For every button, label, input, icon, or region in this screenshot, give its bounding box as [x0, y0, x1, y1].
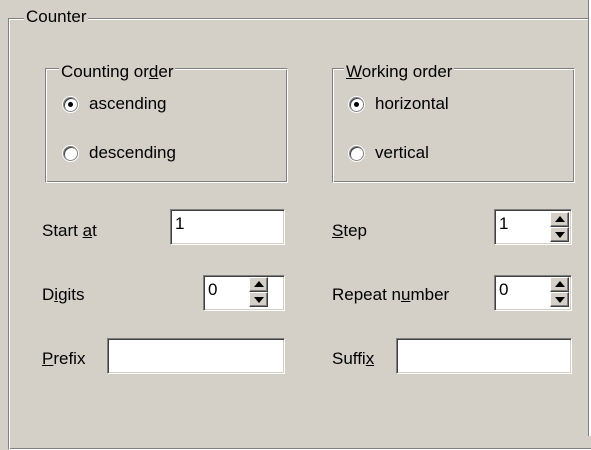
- prefix-label-key: P: [42, 349, 54, 368]
- spin-up-arrow-icon[interactable]: [249, 277, 268, 292]
- counting-order-title-key: d: [148, 62, 159, 81]
- radio-ascending-label: ascending: [89, 94, 167, 113]
- radio-horizontal-label: horizontal: [375, 94, 449, 113]
- digits-input[interactable]: 0: [203, 275, 285, 311]
- step-label-post: tep: [343, 221, 367, 240]
- working-order-title: Working order: [344, 62, 455, 82]
- repeat-number-label: Repeat number: [332, 284, 449, 306]
- digits-label-pre: D: [42, 285, 55, 304]
- counter-title-text: Counter: [26, 7, 87, 26]
- counting-order-title: Counting order: [59, 62, 176, 82]
- prefix-label-post: refix: [53, 349, 86, 368]
- counting-order-title-post: er: [158, 62, 174, 81]
- spin-down-arrow-icon[interactable]: [550, 227, 569, 242]
- radio-ascending-indicator[interactable]: [63, 96, 78, 112]
- start-at-label-key: a: [82, 221, 93, 240]
- digits-spin[interactable]: [249, 277, 268, 307]
- prefix-label: Prefix: [42, 348, 85, 370]
- suffix-input[interactable]: [396, 338, 572, 374]
- digits-label: Digits: [42, 284, 85, 306]
- spin-down-arrow-icon[interactable]: [550, 292, 569, 307]
- start-at-label-post: t: [92, 221, 97, 240]
- suffix-label-key: x: [365, 349, 375, 368]
- digits-label-post: gits: [58, 285, 85, 304]
- radio-descending-indicator[interactable]: [63, 145, 78, 161]
- counting-order-title-pre: Counting or: [61, 62, 149, 81]
- start-at-label-pre: Start: [42, 221, 83, 240]
- repeat-number-label-pre: Repeat n: [332, 285, 401, 304]
- radio-vertical-indicator[interactable]: [349, 145, 364, 161]
- radio-vertical-label: vertical: [375, 143, 429, 162]
- working-order-title-key: W: [346, 62, 362, 81]
- radio-vertical[interactable]: vertical: [349, 141, 429, 165]
- radio-horizontal[interactable]: horizontal: [349, 92, 449, 116]
- spin-up-arrow-icon[interactable]: [550, 212, 569, 227]
- radio-descending[interactable]: descending: [63, 141, 176, 165]
- suffix-label: Suffix: [332, 348, 374, 370]
- radio-descending-label: descending: [89, 143, 176, 162]
- counting-order-group: [45, 68, 288, 183]
- spin-up-arrow-icon[interactable]: [550, 277, 569, 292]
- radio-ascending[interactable]: ascending: [63, 92, 167, 116]
- working-order-group: [332, 68, 575, 183]
- step-spin[interactable]: [550, 212, 569, 242]
- spin-down-arrow-icon[interactable]: [249, 292, 268, 307]
- radio-horizontal-indicator[interactable]: [349, 96, 364, 112]
- working-order-title-post: orking order: [361, 62, 453, 81]
- counter-group-title: Counter: [24, 7, 89, 27]
- suffix-label-pre: Suffi: [332, 349, 366, 368]
- start-at-input[interactable]: 1: [170, 209, 285, 245]
- step-label: Step: [332, 220, 367, 242]
- prefix-input[interactable]: [107, 338, 285, 374]
- start-at-label: Start at: [42, 220, 97, 242]
- repeat-number-spin[interactable]: [550, 277, 569, 307]
- step-label-key: S: [332, 221, 344, 240]
- repeat-number-label-post: mber: [410, 285, 450, 304]
